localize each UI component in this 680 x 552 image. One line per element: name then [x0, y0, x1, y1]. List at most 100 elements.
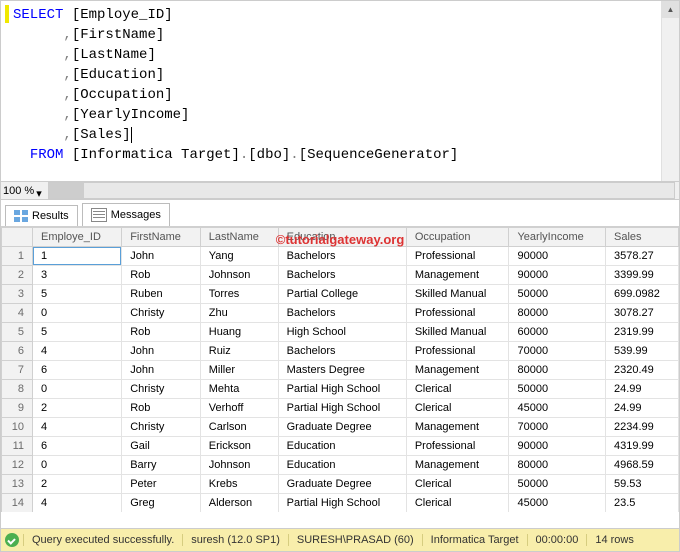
cell[interactable]: 699.0982	[606, 285, 679, 304]
cell[interactable]: Ruiz	[200, 342, 278, 361]
cell[interactable]: Rob	[122, 399, 201, 418]
cell[interactable]: John	[122, 361, 201, 380]
cell[interactable]: Education	[278, 437, 406, 456]
cell[interactable]: Barry	[122, 456, 201, 475]
cell[interactable]: 50000	[509, 475, 606, 494]
cell[interactable]: Rob	[122, 323, 201, 342]
table-row[interactable]: 11JohnYangBachelorsProfessional900003578…	[2, 247, 679, 266]
cell[interactable]: 80000	[509, 361, 606, 380]
row-number[interactable]: 9	[2, 399, 33, 418]
cell[interactable]: Partial High School	[278, 494, 406, 513]
cell[interactable]: Bachelors	[278, 342, 406, 361]
cell[interactable]: 3399.99	[606, 266, 679, 285]
cell[interactable]: 90000	[509, 247, 606, 266]
cell[interactable]: High School	[278, 323, 406, 342]
col-header[interactable]: FirstName	[122, 228, 201, 247]
cell[interactable]: 70000	[509, 418, 606, 437]
cell[interactable]: 6	[33, 437, 122, 456]
tab-results[interactable]: Results	[5, 205, 78, 226]
row-number[interactable]: 14	[2, 494, 33, 513]
zoom-level[interactable]: 100 %	[3, 185, 34, 197]
cell[interactable]: Graduate Degree	[278, 418, 406, 437]
cell[interactable]: 50000	[509, 285, 606, 304]
cell[interactable]: Alderson	[200, 494, 278, 513]
table-row[interactable]: 23RobJohnsonBachelorsManagement900003399…	[2, 266, 679, 285]
cell[interactable]: Professional	[406, 247, 509, 266]
cell[interactable]: 2	[33, 475, 122, 494]
cell[interactable]: Johnson	[200, 266, 278, 285]
col-header[interactable]: Sales	[606, 228, 679, 247]
cell[interactable]: John	[122, 342, 201, 361]
table-row[interactable]: 35RubenTorresPartial CollegeSkilled Manu…	[2, 285, 679, 304]
cell[interactable]: 45000	[509, 399, 606, 418]
cell[interactable]: Clerical	[406, 494, 509, 513]
editor-vscroll[interactable]: ▲	[661, 1, 679, 181]
cell[interactable]: Bachelors	[278, 304, 406, 323]
row-number[interactable]: 12	[2, 456, 33, 475]
cell[interactable]: 539.99	[606, 342, 679, 361]
cell[interactable]: Graduate Degree	[278, 475, 406, 494]
cell[interactable]: 4	[33, 494, 122, 513]
row-number[interactable]: 5	[2, 323, 33, 342]
cell[interactable]: 6	[33, 361, 122, 380]
cell[interactable]: Clerical	[406, 475, 509, 494]
cell[interactable]: Management	[406, 361, 509, 380]
cell[interactable]: Ruben	[122, 285, 201, 304]
row-number[interactable]: 11	[2, 437, 33, 456]
cell[interactable]: Huang	[200, 323, 278, 342]
tab-messages[interactable]: Messages	[82, 203, 170, 226]
cell[interactable]: 4319.99	[606, 437, 679, 456]
cell[interactable]: Zhu	[200, 304, 278, 323]
cell[interactable]: 50000	[509, 380, 606, 399]
cell[interactable]: 80000	[509, 304, 606, 323]
cell[interactable]: 23.5	[606, 494, 679, 513]
row-number[interactable]: 10	[2, 418, 33, 437]
cell[interactable]: Rob	[122, 266, 201, 285]
hscroll-thumb[interactable]	[49, 183, 84, 198]
cell[interactable]: Management	[406, 266, 509, 285]
cell[interactable]: Management	[406, 418, 509, 437]
col-header[interactable]: Employe_ID	[33, 228, 122, 247]
cell[interactable]: 5	[33, 323, 122, 342]
cell[interactable]: Bachelors	[278, 266, 406, 285]
cell[interactable]: 2	[33, 399, 122, 418]
cell[interactable]: Christy	[122, 304, 201, 323]
cell[interactable]: Management	[406, 456, 509, 475]
cell[interactable]: 90000	[509, 437, 606, 456]
chevron-down-icon[interactable]: ▾	[36, 187, 44, 195]
cell[interactable]: Bachelors	[278, 247, 406, 266]
col-header[interactable]: Occupation	[406, 228, 509, 247]
cell[interactable]: 45000	[509, 494, 606, 513]
cell[interactable]: 3578.27	[606, 247, 679, 266]
cell[interactable]: Miller	[200, 361, 278, 380]
table-row[interactable]: 92RobVerhoffPartial High SchoolClerical4…	[2, 399, 679, 418]
table-row[interactable]: 116GailEricksonEducationProfessional9000…	[2, 437, 679, 456]
cell[interactable]: 2319.99	[606, 323, 679, 342]
cell[interactable]: 4	[33, 342, 122, 361]
cell[interactable]: 3078.27	[606, 304, 679, 323]
table-row[interactable]: 104ChristyCarlsonGraduate DegreeManageme…	[2, 418, 679, 437]
sql-editor-pane[interactable]: SELECT [Employe_ID] ,[FirstName] ,[LastN…	[1, 1, 679, 200]
cell[interactable]: 60000	[509, 323, 606, 342]
cell[interactable]: Partial High School	[278, 380, 406, 399]
cell[interactable]: John	[122, 247, 201, 266]
cell[interactable]: 24.99	[606, 399, 679, 418]
cell[interactable]: Partial College	[278, 285, 406, 304]
cell[interactable]: Christy	[122, 380, 201, 399]
row-number[interactable]: 7	[2, 361, 33, 380]
cell[interactable]: Masters Degree	[278, 361, 406, 380]
cell[interactable]: Partial High School	[278, 399, 406, 418]
cell[interactable]: Christy	[122, 418, 201, 437]
cell[interactable]: 90000	[509, 266, 606, 285]
row-number[interactable]: 13	[2, 475, 33, 494]
cell[interactable]: 1	[33, 247, 122, 266]
cell[interactable]: 24.99	[606, 380, 679, 399]
cell[interactable]: Skilled Manual	[406, 285, 509, 304]
results-grid[interactable]: Employe_ID FirstName LastName Education …	[1, 227, 679, 512]
sql-code[interactable]: SELECT [Employe_ID] ,[FirstName] ,[LastN…	[1, 1, 679, 165]
cell[interactable]: Torres	[200, 285, 278, 304]
cell[interactable]: Education	[278, 456, 406, 475]
cell[interactable]: Professional	[406, 437, 509, 456]
cell[interactable]: 70000	[509, 342, 606, 361]
cell[interactable]: Clerical	[406, 399, 509, 418]
